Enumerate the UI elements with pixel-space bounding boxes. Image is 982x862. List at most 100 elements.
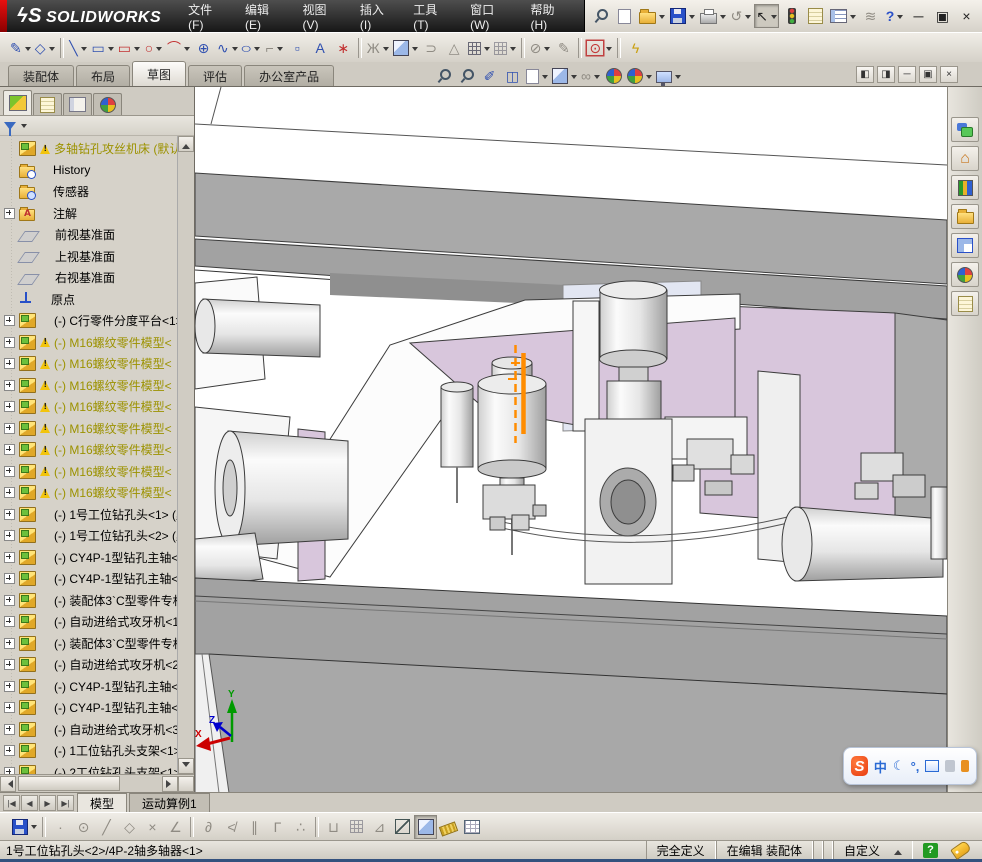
dropdown-arrow[interactable] [571,74,577,82]
file-explorer-button[interactable] [951,204,979,229]
dropdown-arrow[interactable] [253,46,260,54]
expand-toggle[interactable] [4,401,15,413]
search-button[interactable] [589,4,612,28]
quick-tips-help-icon[interactable]: ? [923,842,938,858]
motion-study-tab[interactable]: 运动算例1 [129,793,210,812]
rapid-sketch-button[interactable]: ϟ [624,36,647,60]
convert-entities-button[interactable] [391,36,420,60]
expand-toggle[interactable] [4,379,15,391]
expand-toggle[interactable] [4,530,15,542]
sogou-logo-icon[interactable]: S [851,756,868,776]
new-document-button[interactable] [613,4,636,28]
options-button[interactable] [828,4,858,28]
smart-dimension-button[interactable]: ◇ [33,36,57,60]
tree-item-origin[interactable]: 原点 [0,289,194,311]
dropdown-arrow[interactable] [80,46,87,54]
scroll-left-button[interactable] [0,775,16,792]
help-button[interactable]: ? [883,4,906,28]
measure-button[interactable] [437,815,460,839]
ime-chinese-mode-icon[interactable]: 中 [874,757,887,776]
ime-punctuation-icon[interactable]: °, [911,759,920,774]
tree-item-component[interactable]: (-) 1工位钻孔头支架<1> [0,740,194,762]
ime-soft-keyboard-icon[interactable] [925,760,940,772]
ime-fullwidth-moon-icon[interactable]: ☾ [893,758,905,774]
expand-toggle[interactable] [4,594,15,606]
dropdown-arrow[interactable] [133,46,140,54]
dropdown-arrow[interactable] [48,46,55,54]
document-restore-button[interactable]: ▣ [919,66,937,83]
snap-intersection-button[interactable]: × [141,815,164,839]
snap-quadrant-button[interactable]: ◇ [118,815,141,839]
snap-length-button[interactable]: ⊔ [322,815,345,839]
apply-scene-button[interactable] [625,64,654,88]
snap-line-button[interactable]: ╱ [95,815,118,839]
tree-item-component[interactable]: (-) C行零件分度平台<1> [0,310,194,332]
snap-points-button[interactable]: · [49,815,72,839]
sogou-ime-bar[interactable]: S 中 ☾ °, [843,747,977,785]
expand-toggle[interactable] [4,766,15,774]
ime-toolbox-icon[interactable] [961,760,970,772]
expand-toggle[interactable] [4,659,15,671]
tree-item-component[interactable]: (-) 1号工位钻孔头<1> (默 [0,504,194,526]
tab-layout[interactable]: 布局 [76,65,131,86]
tag-icon[interactable] [950,839,972,861]
save-button[interactable] [10,815,39,839]
scroll-right-button[interactable] [162,775,178,792]
mass-properties-button[interactable] [460,815,483,839]
dropdown-arrow[interactable] [646,74,652,82]
tree-item-component[interactable]: (-) 1号工位钻孔头<2> (默 [0,525,194,547]
expand-toggle[interactable] [4,487,15,499]
snap-nearest-button[interactable]: ∴ [289,815,312,839]
document-close-button[interactable]: × [940,66,958,83]
instant2d-button[interactable]: ⊙ [585,36,614,60]
ellipse-tool[interactable]: ○ [240,36,263,60]
menu-view[interactable]: 视图(V) [291,0,348,32]
prev-tab-button[interactable]: ◀ [21,795,38,811]
tree-item-annotations[interactable]: 注解 [0,203,194,225]
dropdown-arrow[interactable] [850,14,856,22]
snap-grid-button[interactable] [345,815,368,839]
shaded-display-button[interactable] [414,814,437,839]
dropdown-arrow[interactable] [411,46,418,54]
dropdown-arrow[interactable] [658,14,665,22]
dropdown-arrow[interactable] [382,46,389,54]
tree-item-right-plane[interactable]: 右视基准面 [0,267,194,289]
expand-toggle[interactable] [4,573,15,585]
select-tool-button[interactable]: ↖ [754,4,779,28]
snap-tangent-button[interactable]: ∂ [197,815,220,839]
appearances-scenes-button[interactable] [951,262,979,287]
first-tab-button[interactable]: |◀ [3,795,20,811]
tab-sketch[interactable]: 草图 [132,61,187,86]
expand-toggle[interactable] [4,616,15,628]
text-tool[interactable]: A [309,36,332,60]
dropdown-arrow[interactable] [593,74,600,82]
dropdown-arrow[interactable] [183,46,190,54]
tree-item-component[interactable]: (-) CY4P-1型钻孔主轴<4> [0,697,194,719]
dropdown-arrow[interactable] [483,46,490,54]
view-palette-button[interactable] [951,233,979,258]
tree-item-sensors[interactable]: 传感器 [0,181,194,203]
spline-tool[interactable]: ∿ [215,36,240,60]
arc-tool[interactable]: ⌒ [165,36,192,60]
tree-item-component[interactable]: (-) 自动进给式攻牙机<3> [0,719,194,741]
repair-sketch-button[interactable]: ✎ [552,36,575,60]
dropdown-arrow[interactable] [107,46,114,54]
tree-root-assembly[interactable]: 多轴钻孔攻丝机床 (默认< [0,138,194,160]
dropdown-arrow[interactable] [771,14,777,22]
sketch-button[interactable]: ✎ [8,36,33,60]
tree-item-component[interactable]: (-) M16螺纹零件模型< [0,396,194,418]
dropdown-arrow[interactable] [688,14,695,22]
tree-item-component[interactable]: (-) 装配体3`C型零件专机 [0,633,194,655]
tree-item-component[interactable]: (-) 装配体3`C型零件专机 [0,590,194,612]
zoom-fit-button[interactable] [432,64,455,88]
tree-horizontal-scrollbar[interactable] [0,774,194,792]
expand-toggle[interactable] [4,508,15,520]
tree-item-component[interactable]: (-) M16螺纹零件模型< [0,375,194,397]
snap-angle-button[interactable]: ∠ [164,815,187,839]
dropdown-arrow[interactable] [897,14,904,22]
displaymanager-tab[interactable] [93,93,122,115]
expand-toggle[interactable] [4,745,15,757]
edit-appearance-button[interactable] [602,64,625,88]
select-region-tool[interactable]: ▫ [286,36,309,60]
snap-hv-button[interactable]: Γ [266,815,289,839]
